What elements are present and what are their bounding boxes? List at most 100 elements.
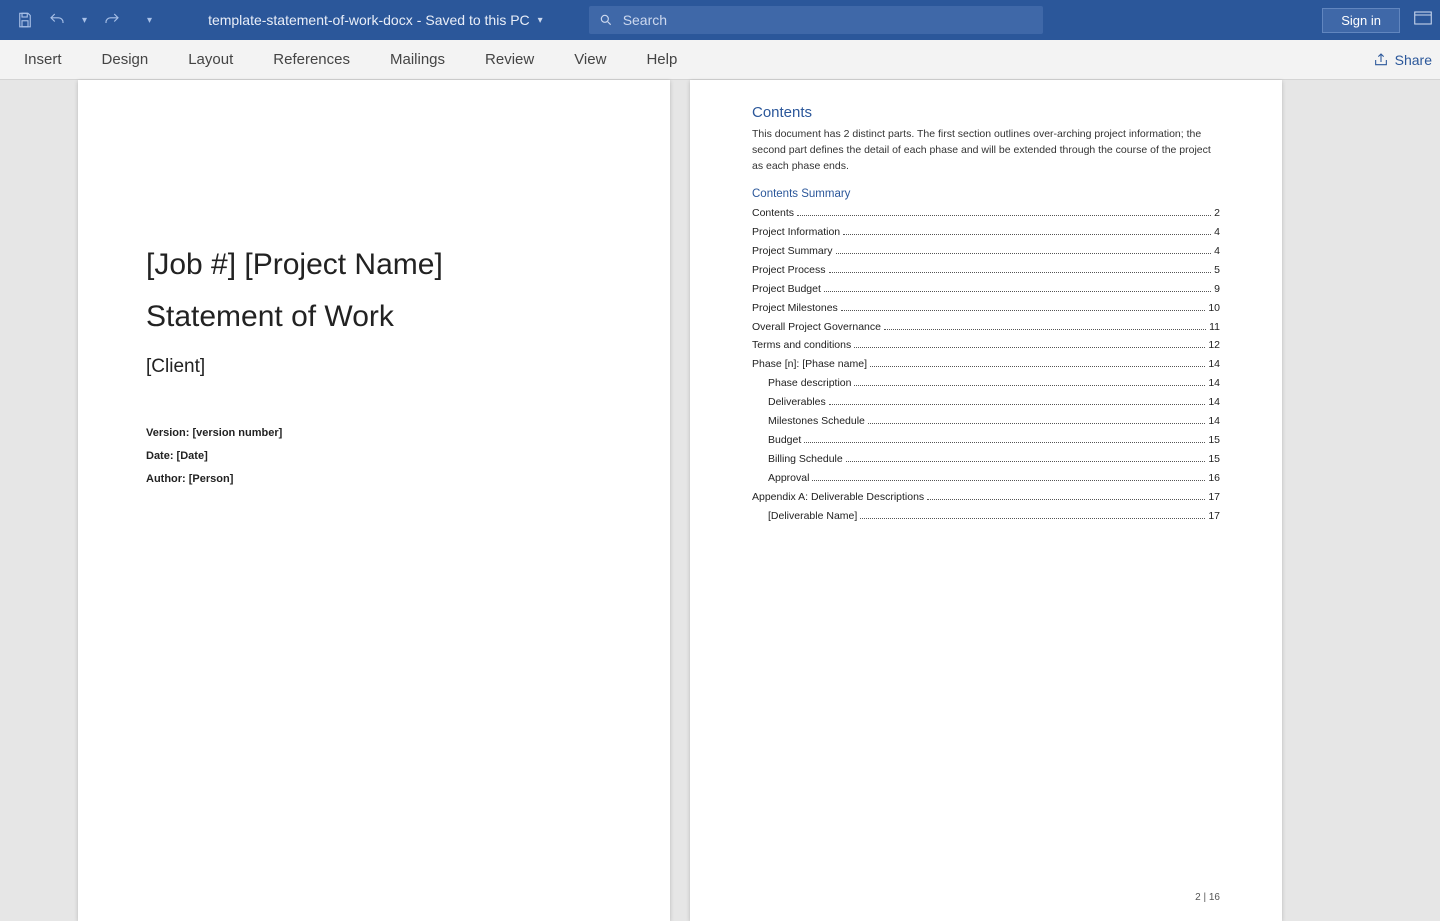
- toc-label[interactable]: Billing Schedule: [768, 450, 843, 469]
- page-2[interactable]: Contents This document has 2 distinct pa…: [690, 80, 1282, 921]
- toc-row[interactable]: Deliverables 14: [752, 393, 1220, 412]
- toc-label[interactable]: Project Information: [752, 223, 840, 242]
- toc-label[interactable]: Phase description: [768, 374, 851, 393]
- undo-icon[interactable]: [46, 9, 68, 31]
- toc-row[interactable]: Milestones Schedule 14: [752, 412, 1220, 431]
- doc-title-job[interactable]: [Job #] [Project Name]: [146, 248, 602, 282]
- toc-row[interactable]: Terms and conditions 12: [752, 336, 1220, 355]
- toc-leader: [843, 234, 1211, 235]
- toc-row[interactable]: Budget 15: [752, 431, 1220, 450]
- toc-leader: [870, 366, 1205, 367]
- toc-leader: [860, 518, 1205, 519]
- tab-help[interactable]: Help: [626, 40, 697, 80]
- tab-view[interactable]: View: [554, 40, 626, 80]
- toc-label[interactable]: Terms and conditions: [752, 336, 851, 355]
- save-state-text: Saved to this PC: [425, 12, 529, 28]
- toc-label[interactable]: Phase [n]: [Phase name]: [752, 355, 867, 374]
- toc-page[interactable]: 16: [1208, 469, 1220, 488]
- toc-row[interactable]: Billing Schedule 15: [752, 450, 1220, 469]
- share-label: Share: [1395, 52, 1432, 68]
- tab-references[interactable]: References: [253, 40, 370, 80]
- toc-label[interactable]: Overall Project Governance: [752, 318, 881, 337]
- share-button[interactable]: Share: [1369, 52, 1436, 68]
- title-right: Sign in: [1322, 8, 1432, 33]
- doc-client[interactable]: [Client]: [146, 356, 602, 378]
- toc-label[interactable]: Appendix A: Deliverable Descriptions: [752, 488, 924, 507]
- toc-leader: [854, 385, 1205, 386]
- table-of-contents[interactable]: Contents2Project Information4Project Sum…: [752, 204, 1220, 525]
- toc-page[interactable]: 17: [1208, 488, 1220, 507]
- toc-row[interactable]: Phase [n]: [Phase name] 14: [752, 355, 1220, 374]
- toc-label[interactable]: Project Process: [752, 261, 826, 280]
- toc-row[interactable]: [Deliverable Name] 17: [752, 507, 1220, 526]
- meta-date[interactable]: Date: [Date]: [146, 445, 602, 468]
- meta-version[interactable]: Version: [version number]: [146, 422, 602, 445]
- toc-label[interactable]: Project Summary: [752, 242, 833, 261]
- ribbon-display-options-icon[interactable]: [1414, 11, 1432, 30]
- doc-title-sow[interactable]: Statement of Work: [146, 300, 602, 334]
- ribbon: Insert Design Layout References Mailings…: [0, 40, 1440, 80]
- toc-page[interactable]: 9: [1214, 280, 1220, 299]
- toc-page[interactable]: 14: [1208, 355, 1220, 374]
- doc-meta[interactable]: Version: [version number] Date: [Date] A…: [146, 422, 602, 491]
- page-1[interactable]: [Job #] [Project Name] Statement of Work…: [78, 80, 670, 921]
- toc-row[interactable]: Project Budget 9: [752, 280, 1220, 299]
- toc-row[interactable]: Phase description 14: [752, 374, 1220, 393]
- toc-row[interactable]: Appendix A: Deliverable Descriptions 17: [752, 488, 1220, 507]
- contents-summary-heading[interactable]: Contents Summary: [752, 188, 1220, 200]
- toc-page[interactable]: 12: [1208, 336, 1220, 355]
- toc-label[interactable]: [Deliverable Name]: [768, 507, 857, 526]
- search-placeholder: Search: [623, 12, 667, 28]
- toc-label[interactable]: Approval: [768, 469, 809, 488]
- meta-author[interactable]: Author: [Person]: [146, 468, 602, 491]
- toc-page[interactable]: 17: [1208, 507, 1220, 526]
- search-input[interactable]: Search: [589, 6, 1043, 34]
- tab-mailings[interactable]: Mailings: [370, 40, 465, 80]
- toc-label[interactable]: Milestones Schedule: [768, 412, 865, 431]
- toc-leader: [829, 272, 1212, 273]
- toc-row[interactable]: Project Process 5: [752, 261, 1220, 280]
- toc-page[interactable]: 4: [1214, 242, 1220, 261]
- toc-page[interactable]: 4: [1214, 223, 1220, 242]
- toc-page[interactable]: 15: [1208, 431, 1220, 450]
- undo-dropdown-icon[interactable]: ▾: [78, 15, 91, 26]
- contents-heading[interactable]: Contents: [752, 104, 1220, 121]
- toc-leader: [836, 253, 1212, 254]
- toc-leader: [854, 347, 1205, 348]
- tab-insert[interactable]: Insert: [4, 40, 82, 80]
- tab-design[interactable]: Design: [82, 40, 169, 80]
- toc-row[interactable]: Contents 2: [752, 204, 1220, 223]
- toc-label[interactable]: Project Milestones: [752, 299, 838, 318]
- save-icon[interactable]: [14, 9, 36, 31]
- document-title: template-statement-of-work-docx - Saved …: [208, 12, 543, 28]
- toc-page[interactable]: 5: [1214, 261, 1220, 280]
- toc-label[interactable]: Deliverables: [768, 393, 826, 412]
- toc-label[interactable]: Contents: [752, 204, 794, 223]
- toc-page[interactable]: 15: [1208, 450, 1220, 469]
- toc-label[interactable]: Budget: [768, 431, 801, 450]
- redo-icon[interactable]: [101, 9, 123, 31]
- search-icon: [599, 13, 613, 27]
- toc-page[interactable]: 14: [1208, 412, 1220, 431]
- toc-page[interactable]: 14: [1208, 374, 1220, 393]
- toc-page[interactable]: 2: [1214, 204, 1220, 223]
- toc-leader: [824, 291, 1211, 292]
- document-workspace[interactable]: [Job #] [Project Name] Statement of Work…: [0, 80, 1440, 921]
- contents-description[interactable]: This document has 2 distinct parts. The …: [752, 127, 1220, 174]
- toc-row[interactable]: Project Information 4: [752, 223, 1220, 242]
- toc-page[interactable]: 10: [1208, 299, 1220, 318]
- toc-page[interactable]: 11: [1209, 318, 1220, 337]
- toc-row[interactable]: Project Summary 4: [752, 242, 1220, 261]
- toc-row[interactable]: Overall Project Governance 11: [752, 318, 1220, 337]
- toc-leader: [829, 404, 1206, 405]
- toc-page[interactable]: 14: [1208, 393, 1220, 412]
- sign-in-button[interactable]: Sign in: [1322, 8, 1400, 33]
- title-bar: ▾ ▾ template-statement-of-work-docx - Sa…: [0, 0, 1440, 40]
- toc-label[interactable]: Project Budget: [752, 280, 821, 299]
- tab-layout[interactable]: Layout: [168, 40, 253, 80]
- toc-row[interactable]: Project Milestones 10: [752, 299, 1220, 318]
- toc-row[interactable]: Approval 16: [752, 469, 1220, 488]
- qat-customize-icon[interactable]: ▾: [143, 15, 156, 26]
- tab-review[interactable]: Review: [465, 40, 554, 80]
- title-dropdown-icon[interactable]: ▾: [538, 15, 543, 26]
